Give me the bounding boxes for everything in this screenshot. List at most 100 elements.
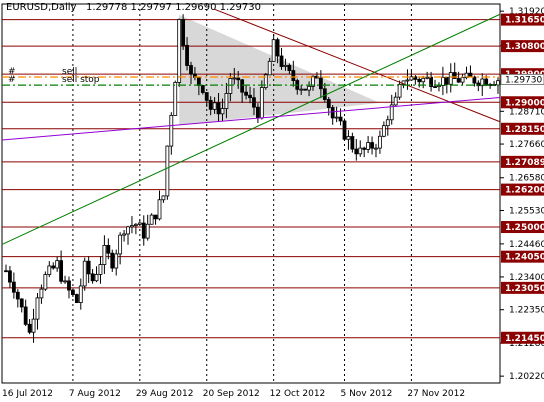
- candle-body: [224, 93, 229, 109]
- candle-body: [378, 135, 382, 149]
- candle-body: [169, 115, 174, 147]
- y-tick-label: 1.27660: [509, 140, 544, 150]
- candle-body: [212, 102, 217, 110]
- candle-body: [346, 136, 351, 140]
- candle-body: [141, 222, 146, 239]
- candle-body: [149, 214, 154, 225]
- candle-body: [267, 60, 272, 76]
- candle-body: [19, 298, 24, 308]
- candle-body: [421, 77, 426, 83]
- y-tick-label: 1.20220: [509, 372, 544, 382]
- x-tick-label: 20 Sep 2012: [203, 389, 260, 399]
- candle-body: [27, 323, 32, 333]
- candle-body: [122, 233, 126, 236]
- candle-body: [47, 265, 52, 275]
- candle-body: [338, 116, 343, 122]
- current-price-label: 1.29730: [505, 75, 542, 85]
- candle-body: [102, 245, 107, 265]
- candle-body: [322, 88, 327, 100]
- header-symbol: EURUSD: [6, 2, 48, 13]
- candle-body: [23, 306, 28, 325]
- x-tick-label: 7 Aug 2012: [69, 389, 121, 399]
- level-label: 1.26200: [505, 186, 544, 196]
- chart-window: # sell # sell stop 16 Jul 2012 7 Aug 2012 29 …: [0, 0, 544, 402]
- y-tick-label: 1.25530: [509, 207, 544, 217]
- candle-body: [381, 125, 386, 137]
- candle-body: [397, 83, 402, 98]
- sell-stop-order-label: sell stop: [62, 75, 100, 85]
- candle-body: [39, 288, 44, 299]
- x-tick-label: 29 Aug 2012: [136, 389, 194, 399]
- y-tick-label: 1.28710: [509, 107, 544, 117]
- candle-body: [440, 76, 445, 86]
- candle-body: [204, 92, 209, 101]
- candle-body: [90, 273, 95, 282]
- candle-body: [374, 147, 378, 150]
- candle-body: [468, 72, 473, 78]
- candle-body: [358, 147, 363, 155]
- candle-body: [51, 265, 56, 269]
- candle-body: [43, 274, 48, 290]
- candle-body: [444, 76, 449, 85]
- candle-body: [63, 280, 67, 283]
- x-tick-label: 5 Nov 2012: [340, 389, 392, 399]
- price-chart[interactable]: # sell# sell stop 16 Jul 2012 7 Aug 2012 29 …: [0, 0, 544, 402]
- candle-body: [275, 39, 280, 57]
- candle-body: [437, 85, 441, 88]
- candle-body: [126, 226, 130, 235]
- candle-body: [350, 136, 355, 150]
- header-timeframe: Daily: [51, 2, 77, 13]
- candle-body: [8, 270, 12, 283]
- candle-body: [248, 94, 252, 99]
- y-tick-label: 1.26580: [509, 174, 544, 184]
- level-label: 1.31650: [505, 16, 544, 26]
- candle-body: [220, 108, 225, 115]
- candle-body: [484, 78, 489, 86]
- candle-body: [385, 119, 390, 127]
- candle-body: [177, 19, 182, 83]
- candle-body: [133, 223, 138, 226]
- candle-body: [208, 99, 213, 110]
- candle-body: [279, 55, 284, 67]
- candle-body: [256, 106, 260, 119]
- candle-body: [114, 253, 119, 269]
- header-close: 1.29730: [219, 2, 261, 13]
- candle-body: [303, 88, 308, 91]
- symbol-header: EURUSD,Daily 1.29778 1.29797 1.29690 1.2…: [6, 2, 261, 13]
- candle-body: [472, 76, 477, 84]
- header-high: 1.29797: [130, 2, 172, 13]
- candle-body: [236, 77, 241, 81]
- candle-body: [299, 88, 304, 91]
- candle-body: [71, 289, 75, 295]
- level-label: 1.24050: [505, 253, 544, 263]
- candle-body: [456, 78, 461, 83]
- candle-body: [98, 264, 103, 275]
- level-label: 1.27089: [505, 158, 544, 168]
- candle-body: [161, 195, 166, 201]
- candle-body: [362, 147, 367, 150]
- y-tick-label: 1.24460: [509, 240, 544, 250]
- candle-body: [448, 72, 453, 85]
- candle-body: [460, 77, 465, 83]
- level-label: 1.30800: [505, 42, 544, 52]
- candle-body: [342, 120, 347, 140]
- x-tick-label: 16 Jul 2012: [2, 389, 53, 399]
- level-label: 1.25000: [505, 223, 544, 233]
- candle-body: [35, 297, 40, 320]
- candle-body: [354, 148, 359, 155]
- candle-body: [409, 76, 414, 81]
- candle-body: [11, 281, 16, 293]
- candle-body: [334, 116, 339, 119]
- candle-body: [181, 19, 186, 46]
- candle-body: [118, 234, 123, 255]
- candle-body: [55, 260, 60, 269]
- candle-body: [78, 285, 83, 303]
- candle-body: [216, 102, 221, 115]
- candle-body: [283, 64, 288, 67]
- candle-body: [370, 142, 374, 149]
- candle-body: [4, 270, 8, 273]
- candle-body: [31, 318, 36, 333]
- candle-body: [185, 44, 189, 66]
- level-label: 1.23050: [505, 284, 544, 294]
- candle-body: [259, 87, 264, 119]
